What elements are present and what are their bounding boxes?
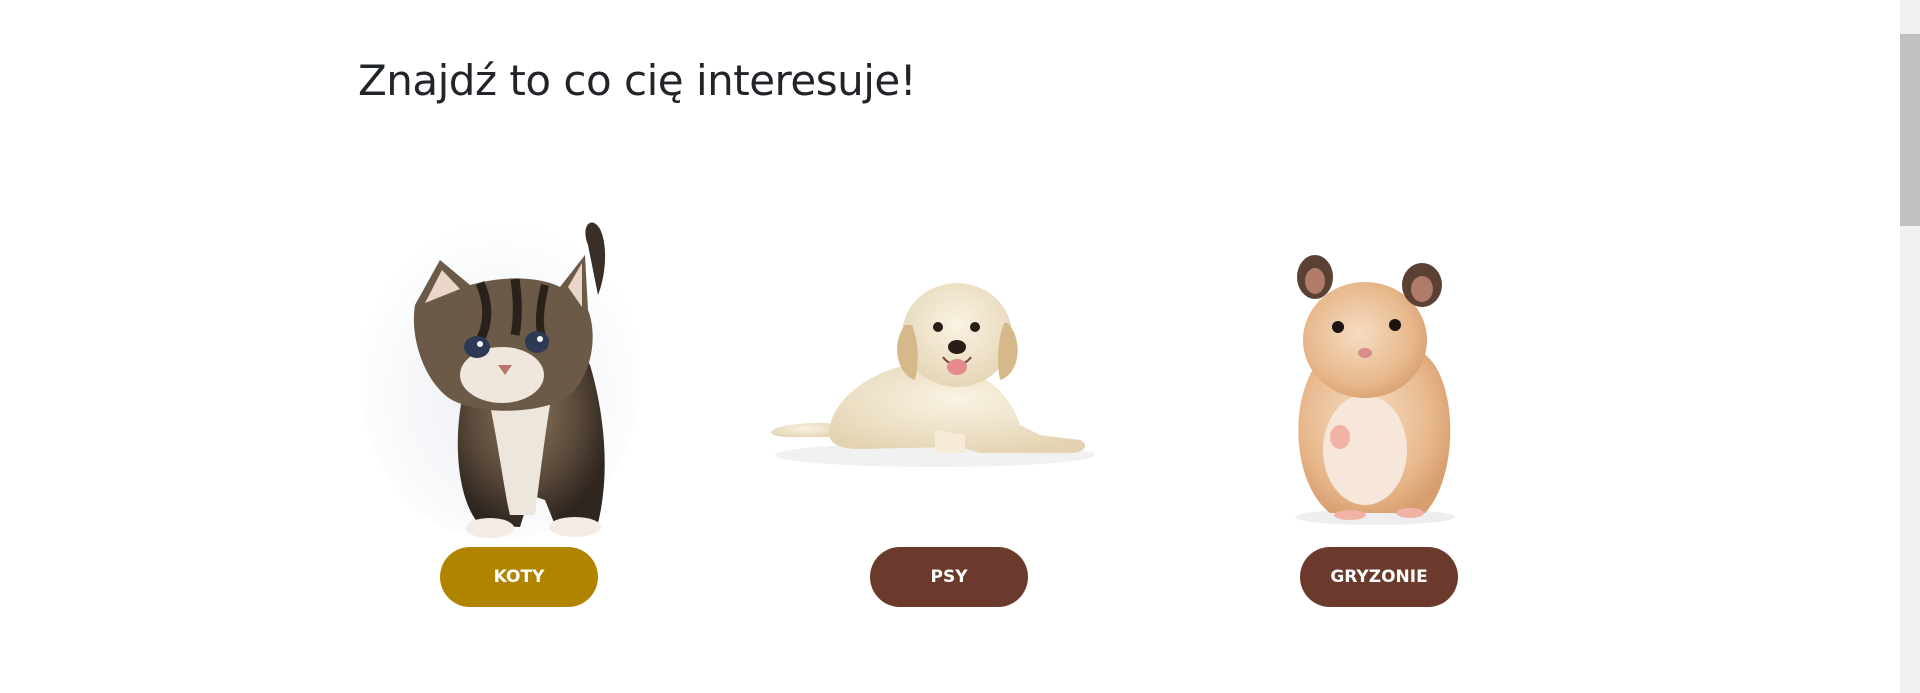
page: Znajdź to co cię interesuje! KOTY PSY GR… xyxy=(0,0,1920,693)
category-card-cats: KOTY xyxy=(330,215,690,615)
hamster-image[interactable] xyxy=(1190,215,1550,545)
puppy-image[interactable] xyxy=(760,215,1120,545)
kitten-image[interactable] xyxy=(330,215,690,545)
scrollbar[interactable] xyxy=(1900,0,1920,693)
dogs-button[interactable]: PSY xyxy=(870,547,1028,607)
category-card-rodents: GRYZONIE xyxy=(1190,215,1550,615)
cats-button[interactable]: KOTY xyxy=(440,547,598,607)
page-title: Znajdź to co cię interesuje! xyxy=(358,56,917,105)
rodents-button[interactable]: GRYZONIE xyxy=(1300,547,1458,607)
category-card-dogs: PSY xyxy=(760,215,1120,615)
scrollbar-thumb[interactable] xyxy=(1900,34,1920,226)
